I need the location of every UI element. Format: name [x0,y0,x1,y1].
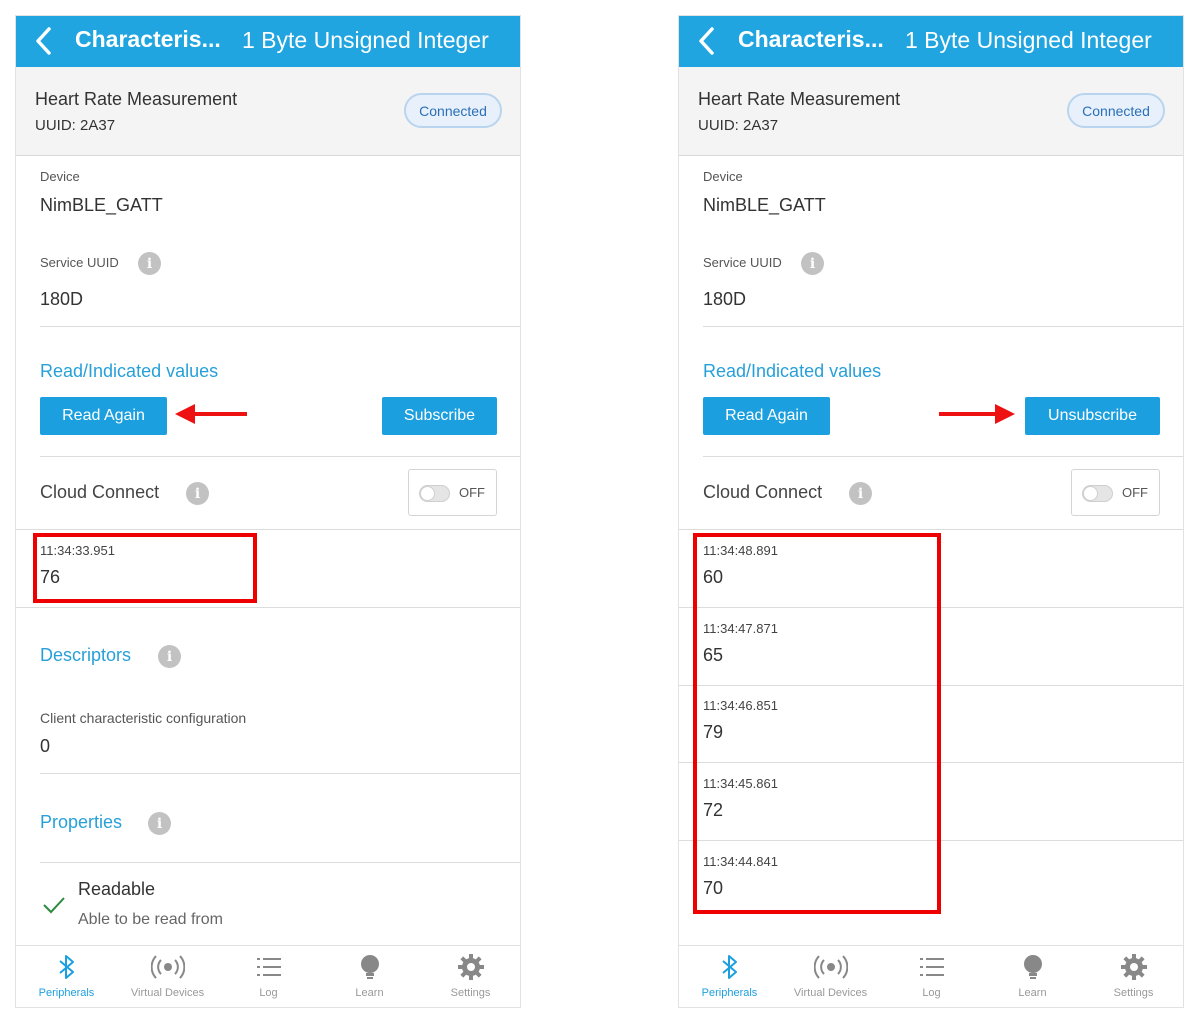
toggle-track [1082,485,1113,502]
descriptors-info-icon[interactable]: i [158,645,181,668]
read-indicated-values-title: Read/Indicated values [40,361,219,381]
read-indicated-values-title: Read/Indicated values [703,361,882,381]
toggle-knob [420,486,435,501]
tab-label: Learn [355,987,384,999]
list-icon [919,958,944,976]
red-arrow-left-icon [175,404,247,424]
property-description: Able to be read from [78,911,223,928]
red-arrow-right-icon [939,404,1015,424]
tab-log[interactable]: Log [881,946,982,1007]
cloud-connect-toggle[interactable]: OFF [408,469,497,516]
gear-icon [1120,954,1147,980]
toggle-knob [1083,486,1098,501]
tab-label: Settings [450,987,491,999]
broadcast-icon [150,955,185,979]
page-subtitle: 1 Byte Unsigned Integer [905,27,1152,53]
tab-peripherals[interactable]: Peripherals [679,946,780,1007]
divider [40,862,520,863]
tab-learn[interactable]: Learn [319,946,420,1007]
checkmark-icon [43,897,65,914]
characteristic-name: Heart Rate Measurement [35,89,238,109]
tab-label: Log [259,987,278,999]
bluetooth-icon [721,955,737,979]
highlight-box [693,533,941,914]
service-uuid-value: 180D [40,289,84,309]
bottom-tab-bar: Peripherals Virtual Devices Log Learn Se… [679,945,1183,1007]
service-uuid-value: 180D [703,289,747,309]
toggle-state: OFF [459,485,485,500]
broadcast-icon [813,955,848,979]
property-title: Readable [78,879,156,899]
cloud-connect-label: Cloud Connect [40,482,160,502]
tab-label: Virtual Devices [130,987,205,999]
tab-learn[interactable]: Learn [982,946,1083,1007]
toggle-track [419,485,450,502]
properties-title: Properties [40,812,123,832]
characteristic-uuid: UUID: 2A37 [35,117,116,134]
divider [40,456,520,457]
page-subtitle: 1 Byte Unsigned Integer [242,27,489,53]
tab-label: Log [922,987,941,999]
bottom-tab-bar: Peripherals Virtual Devices Log Learn Se… [16,945,520,1007]
tab-virtual-devices[interactable]: Virtual Devices [117,946,218,1007]
descriptor-name: Client characteristic configuration [40,710,247,726]
service-uuid-info-icon[interactable]: i [801,252,824,275]
list-icon [256,958,281,976]
properties-info-icon[interactable]: i [148,812,171,835]
cloud-connect-info-icon[interactable]: i [186,482,209,505]
tab-label: Settings [1113,987,1154,999]
divider [40,326,520,327]
back-chevron-icon[interactable] [695,26,721,56]
subscribe-button[interactable]: Subscribe [382,397,497,435]
page-title: Characteris... [75,26,221,52]
device-label: Device [40,169,80,184]
connected-badge[interactable]: Connected [404,93,502,128]
tab-log[interactable]: Log [218,946,319,1007]
characteristic-name: Heart Rate Measurement [698,89,901,109]
phone-screen-left: Characteris... 1 Byte Unsigned Integer H… [15,15,521,1008]
cloud-connect-label: Cloud Connect [703,482,823,502]
divider [703,326,1183,327]
device-value: NimBLE_GATT [40,195,163,215]
cloud-connect-info-icon[interactable]: i [849,482,872,505]
descriptor-value: 0 [40,736,51,756]
lightbulb-icon [360,955,379,979]
read-again-button[interactable]: Read Again [40,397,167,435]
tab-label: Learn [1018,987,1047,999]
back-chevron-icon[interactable] [32,26,58,56]
app-bar: Characteris... 1 Byte Unsigned Integer [679,16,1183,67]
lightbulb-icon [1023,955,1042,979]
characteristic-header: Heart Rate Measurement UUID: 2A37 Connec… [679,67,1183,156]
divider [40,773,520,774]
service-uuid-label: Service UUID [40,255,119,270]
cloud-connect-toggle[interactable]: OFF [1071,469,1160,516]
service-uuid-label: Service UUID [703,255,782,270]
descriptors-title: Descriptors [40,645,132,665]
unsubscribe-button[interactable]: Unsubscribe [1025,397,1160,435]
phone-screen-right: Characteris... 1 Byte Unsigned Integer H… [678,15,1184,1008]
connected-badge[interactable]: Connected [1067,93,1165,128]
divider [703,456,1183,457]
tab-label: Peripherals [38,987,95,999]
device-value: NimBLE_GATT [703,195,826,215]
characteristic-uuid: UUID: 2A37 [698,117,779,134]
tab-virtual-devices[interactable]: Virtual Devices [780,946,881,1007]
page-title: Characteris... [738,26,884,52]
toggle-state: OFF [1122,485,1148,500]
service-uuid-info-icon[interactable]: i [138,252,161,275]
tab-label: Virtual Devices [793,987,868,999]
divider [16,607,520,608]
tab-settings[interactable]: Settings [420,946,520,1007]
app-bar: Characteris... 1 Byte Unsigned Integer [16,16,520,67]
gear-icon [457,954,484,980]
characteristic-header: Heart Rate Measurement UUID: 2A37 Connec… [16,67,520,156]
tab-peripherals[interactable]: Peripherals [16,946,117,1007]
highlight-box [33,533,257,603]
tab-label: Peripherals [701,987,758,999]
read-again-button[interactable]: Read Again [703,397,830,435]
device-label: Device [703,169,743,184]
bluetooth-icon [58,955,74,979]
tab-settings[interactable]: Settings [1083,946,1183,1007]
